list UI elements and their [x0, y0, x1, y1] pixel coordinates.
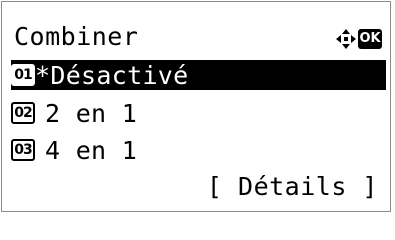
ok-key-icon: OK	[358, 29, 382, 49]
panel-screen: Combiner OK 01 *Désactivé 02 2 en 1 03 4…	[1, 1, 391, 212]
menu-item-2-en-1[interactable]: 02 2 en 1	[11, 98, 137, 128]
menu-item-4-en-1[interactable]: 03 4 en 1	[11, 135, 137, 165]
menu-item-label: 2 en 1	[45, 98, 138, 128]
item-number-badge: 03	[11, 139, 35, 161]
menu-item-desactive[interactable]: 01 *Désactivé	[11, 60, 386, 90]
menu-item-label: *Désactivé	[35, 60, 189, 90]
four-way-arrow-icon	[335, 28, 357, 50]
item-number-badge: 02	[11, 102, 35, 124]
menu-item-label: 4 en 1	[45, 135, 138, 165]
details-button[interactable]: [ Détails ]	[207, 172, 378, 202]
item-number-badge: 01	[11, 64, 35, 86]
screen-title: Combiner	[14, 22, 139, 51]
navigation-hint: OK	[335, 27, 382, 51]
